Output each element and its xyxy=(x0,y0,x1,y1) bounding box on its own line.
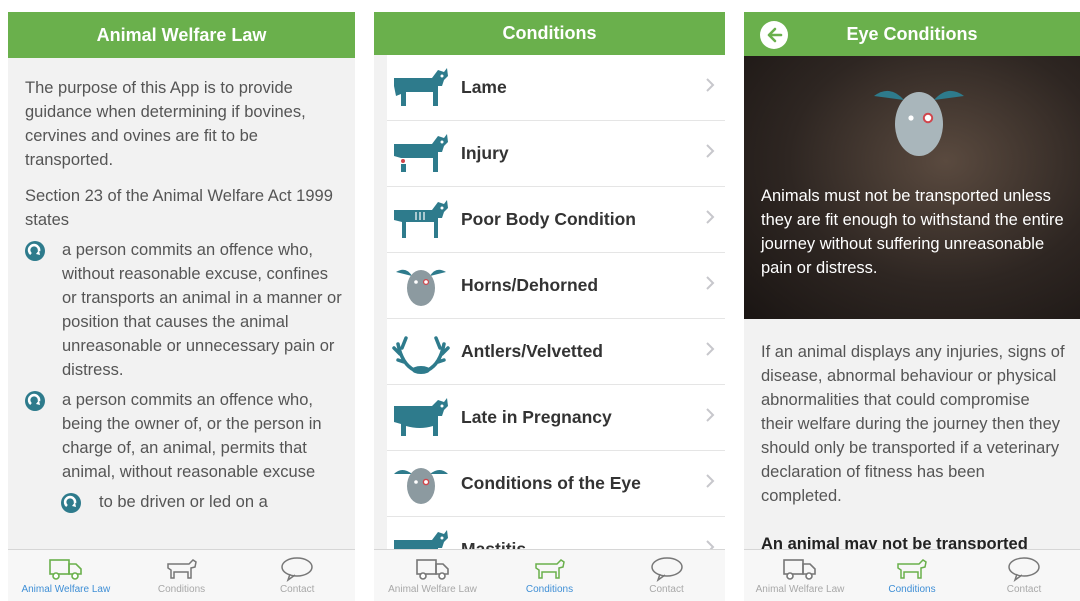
hero-banner: Animals must not be transported unless t… xyxy=(744,56,1080,319)
eye-conditions-screen: Eye Conditions Animals must not be trans… xyxy=(744,12,1080,601)
back-button[interactable] xyxy=(760,21,788,49)
condition-label: Injury xyxy=(461,143,509,163)
tab-conditions[interactable]: Conditions xyxy=(856,550,968,601)
back-arrow-icon xyxy=(767,27,783,43)
truck-icon xyxy=(49,559,82,580)
tab-animal-welfare-law[interactable]: Animal Welfare Law xyxy=(8,550,124,601)
tab-label: Conditions xyxy=(525,584,574,595)
page-title: Eye Conditions xyxy=(846,23,978,44)
hero-text: Animals must not be transported unless t… xyxy=(761,187,1064,277)
chevron-right-icon xyxy=(705,341,715,362)
page-title: Conditions xyxy=(502,23,597,43)
condition-row-horns[interactable]: Horns/Dehorned xyxy=(387,253,725,319)
conditions-screen: Conditions Lame Injury Poor Body Conditi… xyxy=(374,12,725,601)
antlers-icon xyxy=(391,328,451,376)
tab-label: Conditions xyxy=(888,584,936,595)
chevron-right-icon xyxy=(705,77,715,98)
chevron-right-icon xyxy=(705,209,715,230)
sub-bullet-arrow-icon xyxy=(61,493,81,520)
cow-tab-icon xyxy=(897,559,927,579)
eye-head-icon xyxy=(874,90,964,156)
condition-label: Late in Pregnancy xyxy=(461,407,612,427)
intro-text: The purpose of this App is to provide gu… xyxy=(25,79,306,169)
chevron-right-icon xyxy=(705,275,715,296)
eye-header: Eye Conditions xyxy=(744,12,1080,56)
tab-contact[interactable]: Contact xyxy=(968,550,1080,601)
condition-row-pregnancy[interactable]: Late in Pregnancy xyxy=(387,385,725,451)
tab-label: Animal Welfare Law xyxy=(755,584,845,595)
condition-row-antlers[interactable]: Antlers/Velvetted xyxy=(387,319,725,385)
chevron-right-icon xyxy=(705,407,715,428)
law-content: The purpose of this App is to provide gu… xyxy=(25,76,343,514)
condition-row-poor-body[interactable]: Poor Body Condition xyxy=(387,187,725,253)
truck-icon xyxy=(783,559,816,580)
cow-tab-icon xyxy=(534,559,565,579)
law-bullet: a person commits an offence who, without… xyxy=(25,238,343,382)
speech-bubble-icon xyxy=(1008,557,1040,582)
chevron-right-icon xyxy=(705,473,715,494)
law-screen: Animal Welfare Law The purpose of this A… xyxy=(8,12,355,601)
tab-label: Conditions xyxy=(157,584,206,595)
page-title: Animal Welfare Law xyxy=(96,24,267,45)
speech-bubble-icon xyxy=(281,557,313,582)
law-header: Animal Welfare Law xyxy=(8,12,355,58)
tab-bar: Animal Welfare Law Conditions Contact xyxy=(8,549,355,601)
condition-label: Conditions of the Eye xyxy=(461,473,641,493)
cow-thin-icon xyxy=(391,196,451,244)
condition-label: Poor Body Condition xyxy=(461,209,636,229)
cow-lame-icon xyxy=(391,64,451,112)
tab-label: Animal Welfare Law xyxy=(21,584,111,595)
condition-row-eye[interactable]: Conditions of the Eye xyxy=(387,451,725,517)
condition-label: Horns/Dehorned xyxy=(461,275,599,295)
conditions-header: Conditions xyxy=(374,12,725,55)
tab-contact[interactable]: Contact xyxy=(608,550,725,601)
bullet-text: a person commits an offence who, being t… xyxy=(62,391,322,481)
law-bullet: a person commits an offence who, being t… xyxy=(25,388,343,484)
conditions-list: Lame Injury Poor Body Condition Horns/De… xyxy=(387,55,725,583)
tab-animal-welfare-law[interactable]: Animal Welfare Law xyxy=(744,550,856,601)
bullet-arrow-icon xyxy=(25,391,45,418)
cow-pregnant-icon xyxy=(391,394,451,442)
bullet-text: a person commits an offence who, without… xyxy=(62,241,342,379)
horns-head-icon xyxy=(391,262,451,310)
section-text: Section 23 of the Animal Welfare Act 199… xyxy=(25,187,333,229)
cow-injury-icon xyxy=(391,130,451,178)
tab-bar: Animal Welfare Law Conditions Contact xyxy=(744,549,1080,601)
chevron-right-icon xyxy=(705,143,715,164)
tab-conditions[interactable]: Conditions xyxy=(124,550,240,601)
condition-row-lame[interactable]: Lame xyxy=(387,55,725,121)
tab-conditions[interactable]: Conditions xyxy=(491,550,608,601)
sub-bullet-text: to be driven or led on a xyxy=(99,493,268,511)
eye-body-text: If an animal displays any injuries, sign… xyxy=(761,343,1065,505)
tab-label: Contact xyxy=(279,584,315,595)
bullet-arrow-icon xyxy=(25,241,45,268)
cow-tab-icon xyxy=(166,559,197,579)
truck-icon xyxy=(415,559,449,580)
tab-label: Contact xyxy=(1006,584,1042,595)
tab-label: Contact xyxy=(649,584,684,595)
law-sub-bullet: to be driven or led on a xyxy=(25,490,343,514)
tab-label: Animal Welfare Law xyxy=(388,584,477,595)
eye-head-icon xyxy=(391,460,451,508)
tab-animal-welfare-law[interactable]: Animal Welfare Law xyxy=(374,550,491,601)
condition-label: Antlers/Velvetted xyxy=(461,341,603,361)
speech-bubble-icon xyxy=(650,557,683,582)
condition-row-injury[interactable]: Injury xyxy=(387,121,725,187)
tab-bar: Animal Welfare Law Conditions Contact xyxy=(374,549,725,601)
condition-label: Lame xyxy=(461,77,507,97)
tab-contact[interactable]: Contact xyxy=(239,550,355,601)
